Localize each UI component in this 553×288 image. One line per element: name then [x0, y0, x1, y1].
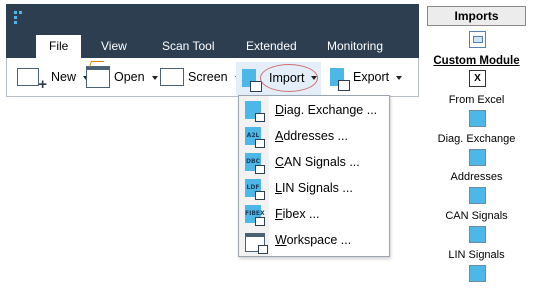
menu-item-label: Fibex ... [275, 207, 320, 221]
excel-icon[interactable]: X [469, 70, 486, 87]
menu-item-label: LIN Signals ... [275, 181, 353, 195]
export-button-label: Export [353, 70, 390, 84]
tab-extended[interactable]: Extended [246, 39, 297, 53]
imports-panel-title: Imports [427, 6, 526, 26]
menu-item-label: Workspace ... [275, 233, 352, 247]
ribbon-tab-bar: File View Scan Tool Extended Monitoring [6, 31, 419, 58]
tab-scan-tool[interactable]: Scan Tool [162, 39, 214, 53]
open-button-label: Open [114, 70, 145, 84]
import-diag-exchange-label[interactable]: Diag. Exchange [427, 133, 526, 145]
chevron-down-icon [396, 76, 403, 80]
new-button-label: New [51, 70, 77, 84]
next-import-icon[interactable] [469, 265, 486, 282]
menu-item-label: CAN Signals ... [275, 155, 360, 169]
tab-view[interactable]: View [101, 39, 127, 53]
menu-item-lin-signals[interactable]: LDF LIN Signals ... [239, 175, 389, 201]
tab-file[interactable]: File [36, 35, 82, 58]
addresses-icon[interactable] [469, 149, 486, 166]
custom-module-header[interactable]: Custom Module [427, 55, 526, 67]
diag-exchange-file-icon [245, 101, 265, 122]
import-highlight-ring [260, 64, 318, 92]
ribbon-toolbar: New Open Screen Export [6, 58, 419, 97]
diag-exchange-icon[interactable] [469, 110, 486, 127]
dbc-file-icon: DBC [245, 153, 265, 174]
menu-item-label: Addresses ... [275, 129, 348, 143]
a2l-file-icon: A2L [245, 127, 265, 148]
menu-item-fibex[interactable]: FIBEX Fibex ... [239, 201, 389, 227]
open-button[interactable]: Open [86, 58, 158, 96]
export-file-icon [330, 68, 350, 91]
menu-item-addresses[interactable]: A2L Addresses ... [239, 123, 389, 149]
screen-button[interactable]: Screen [160, 58, 241, 96]
menu-item-workspace[interactable]: Workspace ... [239, 227, 389, 254]
ldf-file-icon: LDF [245, 179, 265, 200]
export-button[interactable]: Export [330, 58, 403, 96]
screen-button-label: Screen [188, 70, 228, 84]
custom-module-icon[interactable] [469, 31, 486, 48]
import-addresses-label[interactable]: Addresses [427, 171, 526, 183]
import-lin-signals-label[interactable]: LIN Signals [427, 249, 526, 261]
menu-item-diag-exchange[interactable]: Diag. Exchange ... [239, 97, 389, 123]
screen-icon [160, 68, 184, 86]
app-logo-icon[interactable] [14, 11, 24, 25]
fibex-file-icon: FIBEX [245, 205, 265, 226]
menu-item-can-signals[interactable]: DBC CAN Signals ... [239, 149, 389, 175]
menu-item-label: Diag. Exchange ... [275, 103, 378, 117]
tab-monitoring[interactable]: Monitoring [327, 39, 383, 53]
new-document-icon [17, 68, 47, 93]
import-can-signals-label[interactable]: CAN Signals [427, 210, 526, 222]
workspace-folder-icon [245, 233, 268, 254]
can-signals-icon[interactable] [469, 187, 486, 204]
chevron-down-icon [151, 76, 158, 80]
new-button[interactable]: New [17, 58, 90, 96]
open-folder-icon [86, 66, 110, 88]
lin-signals-icon[interactable] [469, 226, 486, 243]
import-file-icon [242, 69, 262, 92]
import-dropdown-menu: Diag. Exchange ... A2L Addresses ... DBC… [238, 95, 390, 257]
title-bar [6, 4, 419, 31]
import-from-excel-label[interactable]: From Excel [427, 94, 526, 106]
